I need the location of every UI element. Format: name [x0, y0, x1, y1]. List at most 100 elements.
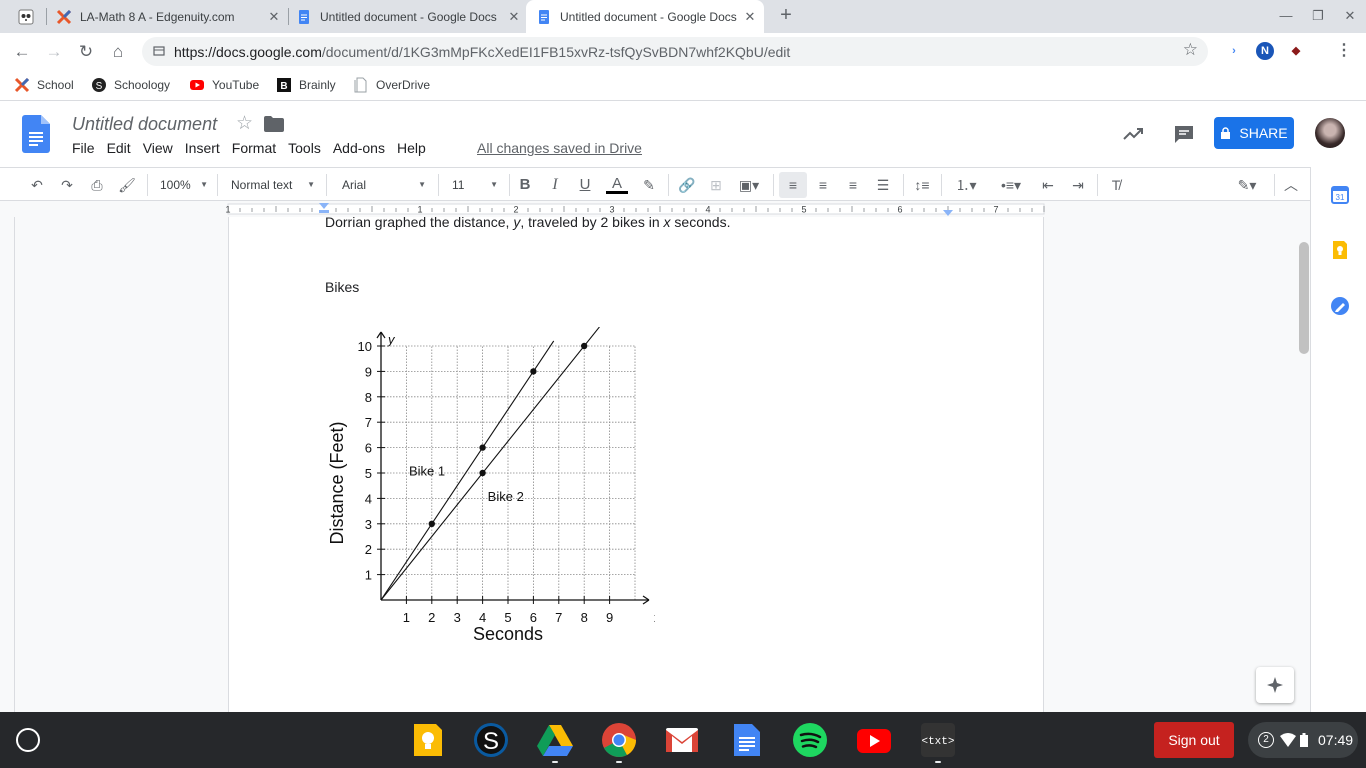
menu-format[interactable]: Format: [232, 140, 276, 156]
keep-icon[interactable]: [1330, 240, 1350, 260]
text-color-icon[interactable]: A: [606, 176, 628, 194]
vertical-scrollbar[interactable]: [1299, 242, 1309, 354]
comments-icon[interactable]: [1173, 123, 1195, 145]
forward-icon[interactable]: →: [43, 41, 65, 63]
restore-icon[interactable]: ❐: [1310, 8, 1326, 24]
document-page[interactable]: Dorrian graphed the distance, y, travele…: [228, 217, 1044, 712]
align-center-icon[interactable]: ≡: [814, 176, 832, 194]
sign-out-button[interactable]: Sign out: [1154, 722, 1234, 758]
minimize-icon[interactable]: —: [1278, 8, 1294, 24]
menu-addons[interactable]: Add-ons: [333, 140, 385, 156]
close-tab-icon[interactable]: ✕: [742, 9, 758, 25]
ruler-number: 7: [993, 205, 998, 215]
redo-icon[interactable]: ↷: [58, 176, 76, 194]
paint-format-icon[interactable]: 🖌: [118, 176, 136, 194]
bookmark-brainly[interactable]: B Brainly: [276, 76, 336, 94]
link-icon[interactable]: 🔗: [677, 176, 697, 194]
collapse-menu-icon[interactable]: ︿: [1282, 176, 1300, 194]
font-size-select[interactable]: 11 ▼: [452, 176, 498, 194]
launcher-icon[interactable]: [16, 728, 40, 752]
menu-tools[interactable]: Tools: [288, 140, 321, 156]
bookmark-school[interactable]: School: [14, 76, 74, 94]
clear-formatting-icon[interactable]: T̸: [1107, 176, 1125, 194]
close-tab-icon[interactable]: ✕: [506, 9, 522, 25]
tab-pinned[interactable]: [8, 0, 46, 33]
font-select[interactable]: Arial ▼: [342, 176, 426, 194]
question-paragraph[interactable]: Dorrian graphed the distance, y, travele…: [325, 217, 730, 230]
extension-mascot-icon[interactable]: ◆: [1287, 42, 1305, 60]
drive-app-icon[interactable]: [537, 722, 573, 758]
tab-docs-1[interactable]: Untitled document - Google Docs ✕: [296, 0, 522, 33]
bookmark-overdrive[interactable]: OverDrive: [353, 76, 430, 94]
tasks-icon[interactable]: [1330, 296, 1350, 316]
highlight-icon[interactable]: ✎: [640, 176, 658, 194]
x-tick-label: 2: [428, 610, 435, 625]
lock-icon: [1221, 127, 1231, 139]
y-tick-label: 1: [365, 568, 372, 583]
account-avatar[interactable]: [1315, 118, 1345, 148]
increase-indent-icon[interactable]: ⇥: [1069, 176, 1087, 194]
bold-icon[interactable]: B: [516, 176, 534, 194]
tab-docs-active[interactable]: Untitled document - Google Docs ✕: [526, 0, 764, 33]
bikes-chart[interactable]: 1 2 3 4 5 6 7 8 9 1 2 3 4 5 6 7 8 9 10 x y Seconds Distance (F…: [325, 327, 655, 657]
close-window-icon[interactable]: ✕: [1342, 8, 1358, 24]
bookmark-youtube[interactable]: YouTube: [189, 76, 259, 94]
line-spacing-icon[interactable]: ↕≡: [911, 176, 933, 194]
add-comment-icon[interactable]: ⊞: [707, 176, 725, 194]
numbered-list-icon[interactable]: ⒈▾: [948, 176, 984, 194]
browser-menu-icon[interactable]: ⋮: [1335, 42, 1353, 60]
home-icon[interactable]: ⌂: [107, 41, 129, 63]
decrease-indent-icon[interactable]: ⇤: [1039, 176, 1057, 194]
keep-app-icon[interactable]: [410, 722, 446, 758]
toolbar-divider: [941, 174, 942, 196]
gmail-app-icon[interactable]: [664, 722, 700, 758]
print-icon[interactable]: ⎙: [88, 176, 106, 194]
new-tab-button[interactable]: +: [776, 4, 796, 28]
ruler-number: 3: [609, 205, 614, 215]
menu-edit[interactable]: Edit: [107, 140, 131, 156]
undo-icon[interactable]: ↶: [28, 176, 46, 194]
bulleted-list-icon[interactable]: •≡▾: [993, 176, 1029, 194]
tab-edgenuity[interactable]: LA-Math 8 A - Edgenuity.com ✕: [56, 0, 282, 33]
menu-file[interactable]: File: [72, 140, 95, 156]
reload-icon[interactable]: ↻: [75, 41, 97, 63]
schoology-app-icon[interactable]: S: [473, 722, 509, 758]
extension-n-icon[interactable]: N: [1256, 42, 1274, 60]
zoom-select[interactable]: 100% ▼: [160, 176, 208, 194]
style-select[interactable]: Normal text ▼: [231, 176, 315, 194]
justify-icon[interactable]: ☰: [874, 176, 892, 194]
align-right-icon[interactable]: ≡: [844, 176, 862, 194]
calendar-icon[interactable]: 31: [1330, 185, 1350, 205]
insert-image-icon[interactable]: ▣▾: [735, 176, 763, 194]
italic-icon[interactable]: I: [546, 176, 564, 194]
document-title[interactable]: Untitled document: [72, 114, 217, 135]
address-bar[interactable]: https://docs.google.com/document/d/1KG3m…: [142, 37, 1208, 66]
back-icon[interactable]: ←: [11, 41, 33, 63]
youtube-app-icon[interactable]: [856, 722, 892, 758]
folder-icon[interactable]: [264, 116, 284, 132]
underline-icon[interactable]: U: [576, 176, 594, 194]
text-app-icon[interactable]: <txt>: [920, 722, 956, 758]
docs-app-icon[interactable]: [729, 722, 765, 758]
bookmark-star-icon[interactable]: ☆: [1183, 40, 1198, 60]
activity-trend-icon[interactable]: [1122, 123, 1144, 145]
star-icon[interactable]: ☆: [236, 112, 253, 135]
menu-view[interactable]: View: [143, 140, 173, 156]
save-status[interactable]: All changes saved in Drive: [477, 140, 642, 156]
explore-button[interactable]: [1256, 667, 1294, 703]
menu-help[interactable]: Help: [397, 140, 426, 156]
status-tray[interactable]: 2 07:49: [1248, 722, 1358, 758]
extension-arrow-icon[interactable]: ›: [1225, 42, 1243, 60]
spotify-app-icon[interactable]: [792, 722, 828, 758]
data-point-bike-1: [530, 368, 537, 375]
chrome-app-icon[interactable]: [601, 722, 637, 758]
bookmark-schoology[interactable]: S Schoology: [91, 76, 170, 94]
docs-logo-icon[interactable]: [22, 115, 50, 153]
bikes-heading[interactable]: Bikes: [325, 279, 359, 295]
close-tab-icon[interactable]: ✕: [266, 9, 282, 25]
svg-text:B: B: [280, 81, 287, 92]
share-button[interactable]: SHARE: [1214, 117, 1294, 149]
editing-mode-icon[interactable]: ✎▾: [1230, 176, 1264, 194]
menu-insert[interactable]: Insert: [185, 140, 220, 156]
align-left-icon[interactable]: ≡: [779, 172, 807, 198]
